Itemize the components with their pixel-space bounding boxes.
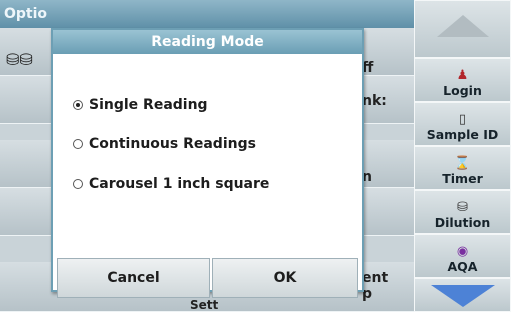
option-continuous-readings[interactable]: Continuous Readings: [73, 136, 256, 152]
timer-button[interactable]: ⌛ Timer: [414, 146, 511, 190]
aqa-label: AQA: [447, 259, 478, 274]
timer-icon: ⌛: [454, 156, 471, 171]
sample-id-label: Sample ID: [426, 127, 499, 142]
scroll-down-button[interactable]: [414, 278, 511, 312]
dilution-label: Dilution: [434, 215, 491, 230]
reading-mode-dialog: Reading Mode Single Reading Continuous R…: [51, 28, 364, 298]
radio-icon[interactable]: [73, 139, 83, 149]
dilution-icon: ⛁: [457, 200, 468, 215]
aqa-button[interactable]: ◉ AQA: [414, 234, 511, 278]
option-carousel[interactable]: Carousel 1 inch square: [73, 176, 269, 192]
row-2-text: nk:: [362, 93, 387, 109]
option-single-reading[interactable]: Single Reading: [73, 97, 208, 113]
arrow-down-icon: [430, 285, 495, 307]
dialog-title: Reading Mode: [53, 30, 362, 54]
scroll-up-button[interactable]: [414, 0, 511, 58]
option-label: Carousel 1 inch square: [89, 176, 270, 192]
row-5-text-a: ent: [362, 270, 389, 286]
person-icon: ♟: [456, 68, 469, 83]
login-label: Login: [443, 83, 482, 98]
cancel-button[interactable]: Cancel: [57, 258, 210, 298]
dilution-button[interactable]: ⛁ Dilution: [414, 190, 511, 234]
aqa-icon: ◉: [456, 244, 469, 259]
sample-icon: ▯: [458, 112, 467, 127]
screen-title: Optio: [0, 0, 414, 28]
timer-label: Timer: [442, 171, 483, 186]
option-label: Continuous Readings: [89, 136, 256, 152]
radio-selected-icon[interactable]: [73, 100, 83, 110]
option-label: Single Reading: [89, 97, 208, 113]
radio-icon[interactable]: [73, 179, 83, 189]
arrow-up-icon: [436, 15, 489, 37]
bottom-text: Sett: [190, 298, 219, 312]
cuvette-icon: ⛁⛁: [6, 50, 33, 69]
sample-id-button[interactable]: ▯ Sample ID: [414, 102, 511, 146]
ok-button[interactable]: OK: [212, 258, 358, 298]
login-button[interactable]: ♟ Login: [414, 58, 511, 102]
